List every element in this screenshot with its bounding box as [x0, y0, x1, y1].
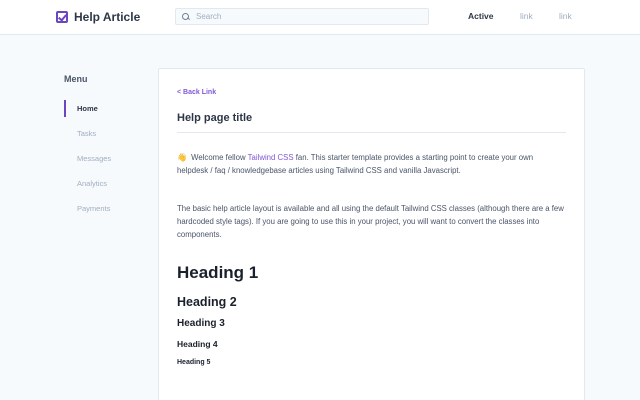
search-icon	[182, 12, 190, 21]
heading-2: Heading 2	[177, 295, 237, 309]
nav-link-active[interactable]: Active	[468, 11, 494, 21]
heading-3: Heading 3	[177, 318, 225, 329]
layout-paragraph: The basic help article layout is availab…	[177, 204, 564, 239]
intro-text-before: Welcome fellow	[188, 153, 248, 162]
waving-hand-icon: 👋	[177, 153, 187, 162]
heading-1: Heading 1	[177, 263, 259, 282]
sidebar: Menu Home Tasks Messages Analytics Payme…	[64, 74, 154, 225]
sidebar-item-messages[interactable]: Messages	[64, 150, 154, 167]
heading-5: Heading 5	[177, 359, 211, 366]
sidebar-item-home[interactable]: Home	[64, 100, 154, 117]
page-title: Help page title	[177, 112, 566, 133]
heading-4: Heading 4	[177, 339, 218, 349]
back-link[interactable]: < Back Link	[177, 89, 566, 96]
article-card: < Back Link Help page title 👋 Welcome fe…	[158, 68, 585, 400]
sidebar-item-tasks[interactable]: Tasks	[64, 125, 154, 142]
nav-link-1[interactable]: link	[520, 11, 533, 21]
sidebar-item-payments[interactable]: Payments	[64, 200, 154, 217]
search-input[interactable]	[196, 12, 396, 21]
nav-link-2[interactable]: link	[559, 11, 572, 21]
brand[interactable]: Help Article	[56, 8, 140, 26]
intro-paragraph: 👋 Welcome fellow Tailwind CSS fan. This …	[177, 151, 566, 177]
checkbox-logo-icon	[56, 11, 68, 23]
sidebar-item-analytics[interactable]: Analytics	[64, 175, 154, 192]
top-nav: Help Article Active link link	[0, 0, 640, 35]
search-box[interactable]	[175, 8, 429, 25]
menu-title: Menu	[64, 74, 88, 84]
brand-title: Help Article	[74, 10, 141, 24]
tailwind-link[interactable]: Tailwind CSS	[248, 153, 294, 162]
